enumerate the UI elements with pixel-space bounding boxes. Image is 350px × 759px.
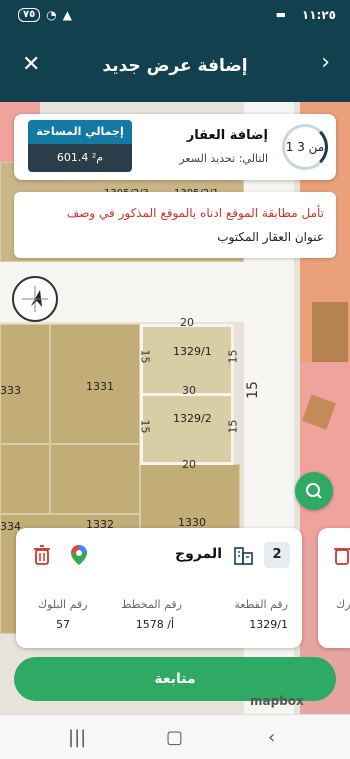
area-label: إجمالي المساحة	[28, 120, 132, 144]
step-card: 1 من 3 إضافة العقار التالي: تحديد السعر …	[14, 114, 336, 180]
recent-apps-icon[interactable]: |||	[68, 727, 86, 748]
system-nav-bar: ||| ▢ ‹	[0, 714, 350, 759]
street-number: 20	[182, 458, 196, 471]
block-number-value: 57	[56, 618, 70, 631]
wifi-icon: ◔	[46, 8, 57, 22]
chevron-right-icon[interactable]: ›	[321, 50, 330, 75]
property-card[interactable]: 2 المروج رقم القطعة 1329/1 رقم المخطط 15…	[16, 528, 302, 648]
step-title: إضافة العقار	[186, 128, 268, 143]
street-number: 15	[138, 349, 152, 364]
property-index-badge: 2	[264, 542, 290, 568]
step-progress: 1 من 3	[282, 124, 328, 170]
trash-icon[interactable]	[32, 544, 52, 566]
status-bar: ١١:٢٥ ▬ ٧٥ ◔ ▲	[0, 0, 350, 32]
warning-line-2: عنوان العقار المكتوب	[217, 230, 324, 244]
home-icon[interactable]: ▢	[166, 727, 183, 748]
parcel	[0, 444, 50, 514]
trash-icon[interactable]	[332, 544, 350, 566]
location-warning: تأمل مطابقة الموقع ادناه بالموقع المذكور…	[14, 192, 336, 258]
scheme-number-label: رقم المخطط	[121, 598, 182, 611]
street-number: 30	[182, 384, 196, 397]
street-number: 15	[226, 419, 240, 434]
map-zone	[300, 362, 350, 542]
street-number: 15	[138, 419, 152, 434]
plot-1329-2[interactable]: 1329/2	[140, 393, 234, 465]
street-number: 15	[226, 349, 240, 364]
step-next: التالي: تحديد السعر	[179, 152, 268, 165]
building-icon	[234, 547, 253, 565]
page-title: إضافة عرض جديد	[102, 56, 248, 76]
scheme-number-value: 1578 /أ	[135, 618, 174, 631]
street-number: 15	[244, 381, 261, 399]
area-value: 601.4 م²	[28, 144, 132, 172]
signal-icon: ▲	[62, 8, 72, 22]
parcel-label: 1331	[86, 380, 114, 393]
plot-number-label: رقم القطعة	[234, 598, 288, 611]
area-badge: إجمالي المساحة 601.4 م²	[28, 120, 132, 172]
notification-icon: ▬	[275, 8, 286, 21]
parcel	[50, 444, 140, 514]
status-time: ١١:٢٥	[301, 8, 336, 22]
mapbox-attribution[interactable]: mapbox	[250, 694, 304, 708]
back-nav-icon[interactable]: ‹	[268, 727, 275, 748]
search-icon[interactable]	[295, 472, 333, 510]
battery-icon: ٧٥	[18, 8, 41, 22]
parcel-label: 333	[0, 384, 21, 397]
plot-label: 1329/1	[173, 345, 212, 358]
plot-number-value: 1329/1	[249, 618, 288, 631]
plot-label: 1329/2	[173, 412, 212, 425]
app-header: ✕ إضافة عرض جديد ›	[0, 32, 350, 102]
street-number: 20	[180, 316, 194, 329]
warning-line-1: تأمل مطابقة الموقع ادناه بالموقع المذكور…	[66, 206, 324, 220]
google-maps-pin-icon[interactable]	[70, 544, 88, 566]
map-zone	[312, 302, 348, 362]
property-card-peek[interactable]: رك	[318, 528, 350, 648]
compass-icon[interactable]	[12, 276, 58, 322]
district-name: المروج	[175, 546, 222, 562]
peek-label: رك	[336, 598, 350, 611]
block-number-label: رقم البلوك	[38, 598, 88, 611]
